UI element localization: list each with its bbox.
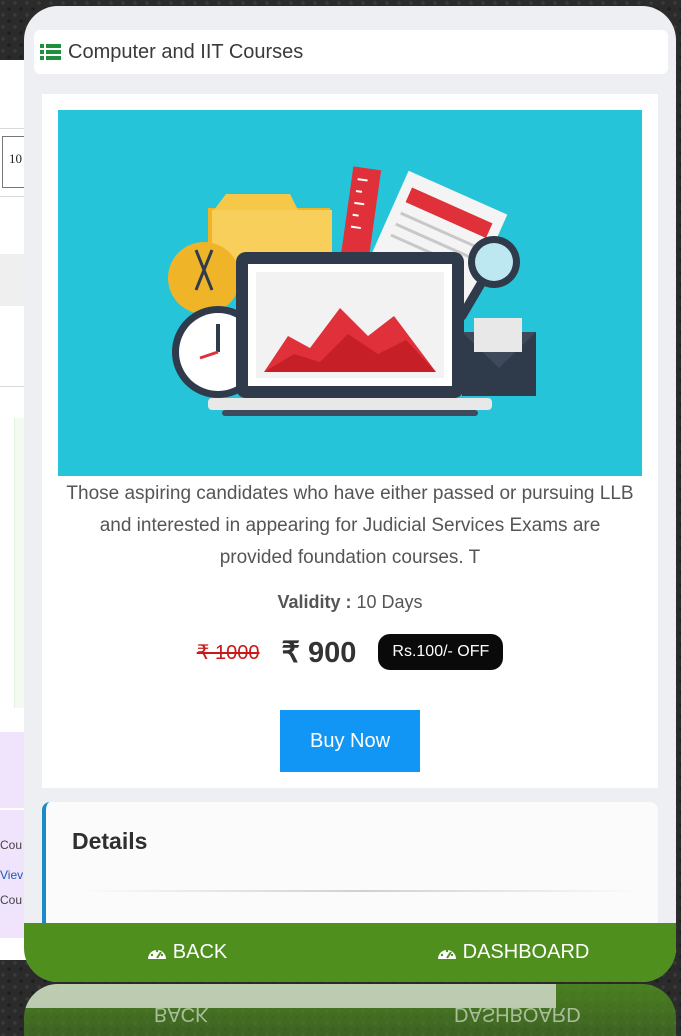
course-description: Those aspiring candidates who have eithe…: [66, 483, 634, 568]
panel-reflection: BACK DASHBOARD: [24, 984, 676, 1036]
dashboard-button[interactable]: DASHBOARD: [350, 941, 676, 964]
lightbulb-icon: [168, 242, 240, 314]
background-link[interactable]: Viev: [0, 868, 23, 882]
background-text: Cou: [0, 893, 23, 907]
envelope-icon: [462, 318, 536, 396]
original-price: ₹ 1000: [196, 641, 260, 664]
background-text: Cou: [0, 838, 23, 852]
discounted-price: ₹ 900: [281, 636, 357, 669]
dashboard-label: DASHBOARD: [462, 941, 590, 963]
dashboard-gauge-icon: [437, 949, 456, 959]
reflection-dashboard-label: DASHBOARD: [454, 1003, 581, 1025]
validity-info: Validity : 10 Days: [42, 592, 658, 613]
reflection-back-label: BACK: [154, 1003, 209, 1025]
divider: [82, 890, 642, 892]
course-detail-panel: Computer and IIT Courses Those aspiring …: [24, 6, 676, 982]
page-header: Computer and IIT Courses: [34, 30, 668, 74]
validity-value: 10 Days: [351, 592, 423, 612]
validity-label: Validity :: [277, 592, 352, 612]
course-banner-image: [58, 110, 642, 476]
discount-badge: Rs.100/- OFF: [378, 634, 504, 670]
course-card: Those aspiring candidates who have eithe…: [42, 94, 658, 788]
buy-now-button[interactable]: Buy Now: [280, 710, 420, 772]
details-section: Details: [42, 802, 658, 942]
bottom-nav: BACK DASHBOARD: [24, 923, 676, 982]
price-row: ₹ 1000 ₹ 900 Rs.100/- OFF: [42, 630, 658, 674]
list-icon: [40, 44, 62, 60]
dashboard-gauge-icon: [147, 949, 166, 959]
back-button[interactable]: BACK: [24, 941, 350, 964]
page-title: Computer and IIT Courses: [68, 40, 304, 63]
details-title: Details: [72, 828, 148, 854]
laptop-icon: [208, 252, 492, 416]
back-label: BACK: [172, 941, 228, 963]
